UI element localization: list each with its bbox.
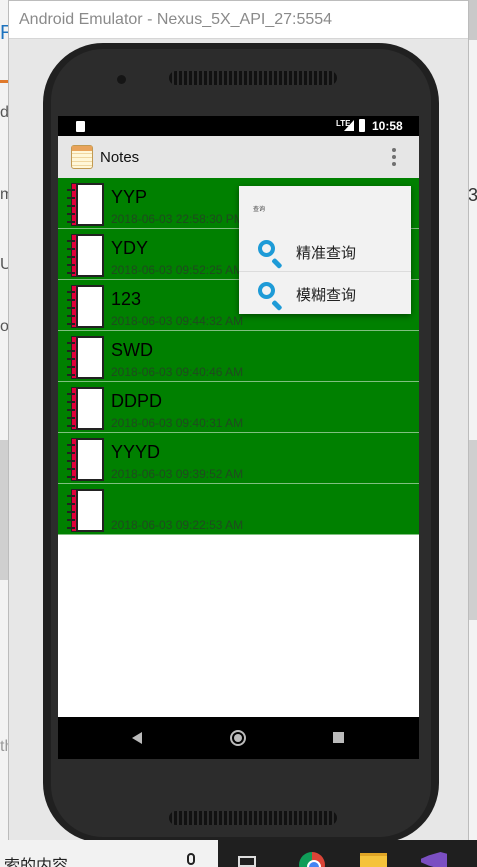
notebook-icon (67, 336, 105, 379)
note-date: 2018-06-03 22:58:30 PM (111, 212, 244, 226)
menu-item-fuzzy-search[interactable]: 模糊查询 (239, 272, 411, 314)
file-explorer-icon[interactable] (360, 853, 387, 867)
note-date: 2018-06-03 09:22:53 AM (111, 518, 244, 532)
more-vert-icon[interactable] (384, 146, 404, 168)
overflow-dot (392, 148, 396, 152)
note-title: DDPD (111, 391, 163, 411)
battery-icon (359, 119, 365, 132)
task-view-icon[interactable] (238, 856, 256, 867)
search-icon (257, 281, 283, 312)
list-item[interactable]: DDPD 2018-06-03 09:40:31 AM (58, 382, 419, 433)
emulator-titlebar[interactable]: Android Emulator - Nexus_5X_API_27:5554 (9, 1, 468, 39)
overflow-dot (392, 162, 396, 166)
notebook-icon (67, 234, 105, 277)
chrome-icon[interactable] (299, 852, 325, 867)
home-icon[interactable] (230, 730, 246, 746)
search-popup-menu: 查询 精准查询 模糊查询 (239, 186, 411, 314)
list-item[interactable]: YYYD 2018-06-03 09:39:52 AM (58, 433, 419, 484)
note-title: YYYD (111, 442, 161, 462)
note-title: SWD (111, 340, 153, 360)
menu-header: 查询 (253, 207, 266, 213)
front-camera (117, 75, 126, 84)
action-bar: Notes (58, 136, 419, 178)
menu-item-label: 精准查询 (296, 244, 357, 262)
overflow-dot (392, 155, 396, 159)
notebook-icon (67, 183, 105, 226)
menu-item-exact-search[interactable]: 精准查询 (239, 230, 411, 272)
sd-card-icon (76, 121, 85, 132)
notebook-icon (67, 438, 105, 481)
taskbar-search-box[interactable]: 索的内容 (0, 840, 218, 867)
bg-text: 3 (468, 185, 477, 205)
search-icon (257, 239, 283, 270)
taskbar: 索的内容 (0, 840, 477, 867)
status-bar: LTE 10:58 (58, 116, 419, 136)
list-item[interactable]: SWD 2018-06-03 09:40:46 AM (58, 331, 419, 382)
phone-screen: LTE 10:58 Notes YYP 2018-06-03 22:58:30 … (58, 116, 419, 717)
note-date: 2018-06-03 09:44:32 AM (111, 314, 244, 328)
search-text: 索的内容 (4, 856, 69, 867)
app-title: Notes (100, 149, 140, 166)
note-title: YYP (111, 187, 148, 207)
navigation-bar (58, 717, 419, 759)
back-icon[interactable] (132, 732, 142, 744)
note-date: 2018-06-03 09:39:52 AM (111, 467, 244, 481)
window-title: Android Emulator - Nexus_5X_API_27:5554 (19, 11, 333, 28)
clock: 10:58 (372, 119, 403, 133)
note-date: 2018-06-03 09:40:46 AM (111, 365, 244, 379)
note-title: 123 (111, 289, 142, 309)
note-title: YDY (111, 238, 149, 258)
menu-item-label: 模糊查询 (296, 286, 357, 304)
notebook-icon (67, 489, 105, 532)
notebook-icon (67, 387, 105, 430)
bottom-speaker-grille (169, 811, 337, 825)
note-date: 2018-06-03 09:40:31 AM (111, 416, 244, 430)
recent-apps-icon[interactable] (333, 732, 344, 743)
note-date: 2018-06-03 09:52:25 AM (111, 263, 244, 277)
visual-studio-icon[interactable] (421, 852, 447, 867)
notebook-icon (67, 285, 105, 328)
notes-app-icon (71, 145, 93, 169)
signal-icon (344, 120, 354, 131)
list-item[interactable]: 2018-06-03 09:22:53 AM (58, 484, 419, 535)
top-speaker-grille (169, 71, 337, 85)
microphone-icon[interactable] (187, 853, 195, 865)
